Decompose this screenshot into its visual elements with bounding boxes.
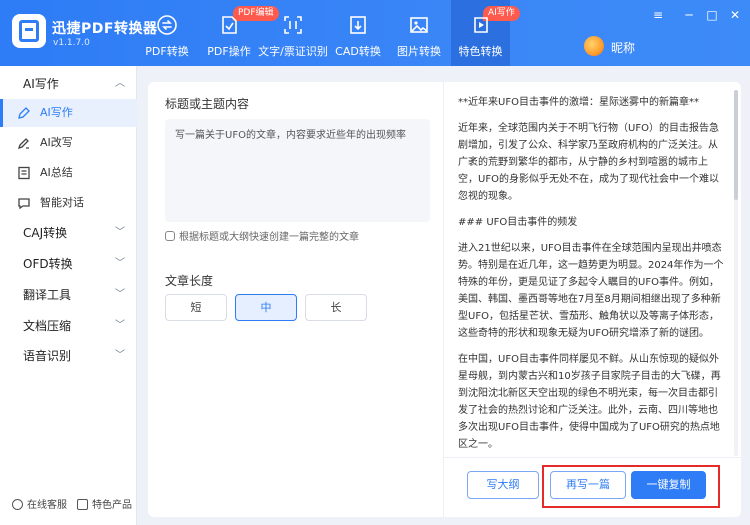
minimize-icon[interactable]: ─ <box>682 8 696 22</box>
pdf-operation-icon <box>222 16 237 34</box>
pdf-convert-icon <box>157 15 177 35</box>
online-service-link[interactable]: 在线客服 <box>12 499 67 513</box>
sidebar-item-ai-summary[interactable]: AI总结 <box>0 159 137 187</box>
nav-label: PDF转换 <box>145 45 189 58</box>
pen-icon <box>18 107 30 119</box>
chat-icon <box>18 198 30 210</box>
chevron-down-icon: ﹀ <box>115 350 125 361</box>
featured-products-label: 特色产品 <box>92 500 132 511</box>
nav-label: 图片转换 <box>397 45 441 58</box>
app-version: v1.1.7.0 <box>53 38 90 48</box>
nav-label: CAD转换 <box>335 45 381 58</box>
sidebar-item-label: AI写作 <box>40 106 73 119</box>
nav-cad[interactable]: CAD转换 <box>330 0 386 66</box>
top-bar: 迅捷PDF转换器 v1.1.7.0 PDF转换 PDF编辑 PDF操作 文字/票… <box>0 0 750 66</box>
headset-icon <box>12 499 23 510</box>
scrollbar-thumb[interactable] <box>734 90 738 200</box>
sidebar-group-ofd[interactable]: OFD转换 ﹀ <box>0 249 137 279</box>
sidebar-group-label: AI写作 <box>23 77 59 91</box>
nav-label: 特色转换 <box>458 45 503 58</box>
sidebar-group-label: CAJ转换 <box>23 226 68 240</box>
sidebar-item-ai-writing[interactable]: AI写作 <box>0 99 137 127</box>
avatar[interactable] <box>584 36 604 56</box>
sidebar-group-label: 翻译工具 <box>23 288 72 302</box>
sidebar-item-ai-rewrite[interactable]: AI改写 <box>0 129 137 157</box>
sidebar-group-compress[interactable]: 文档压缩 ﹀ <box>0 311 137 341</box>
feature-icon <box>473 17 488 33</box>
article-paragraph: 在中国，UFO目击事件同样屡见不鲜。从山东惊现的疑似外星母舰，到内蒙古兴和10岁… <box>458 354 721 450</box>
sidebar-group-caj[interactable]: CAJ转换 ﹀ <box>0 218 137 248</box>
maximize-icon[interactable]: □ <box>705 8 719 22</box>
hint-text: 根据标题或大纲快速创建一篇完整的文章 <box>165 228 359 243</box>
menu-icon[interactable]: ≡ <box>651 8 665 22</box>
sidebar: AI写作 ︿ AI写作 AI改写 AI总结 智能对话 CAJ转换 ﹀ OFD转换… <box>0 66 137 525</box>
sidebar-group-translate[interactable]: 翻译工具 ﹀ <box>0 280 137 310</box>
nav-feature[interactable]: AI写作 特色转换 <box>451 0 520 66</box>
article-paragraph: 进入21世纪以来，UFO目击事件在全球范围内呈现出井喷态势。特别是在近几年，这一… <box>458 243 724 339</box>
article-paragraph: ### UFO目击事件的频发 <box>458 217 578 228</box>
nav-label: PDF操作 <box>207 45 251 58</box>
article-text[interactable]: **近年来UFO目击事件的激增：星际迷雾中的新篇章** 近年来，全球范围内关于不… <box>458 94 726 457</box>
main-card: 标题或主题内容 写一篇关于UFO的文章，内容要求近些年的出现频率 根据标题或大纲… <box>148 82 741 517</box>
length-medium-button[interactable]: 中 <box>235 294 297 321</box>
chevron-up-icon: ︿ <box>115 78 125 89</box>
nav-pdf-convert[interactable]: PDF转换 <box>137 0 197 66</box>
nav-image[interactable]: 图片转换 <box>390 0 448 66</box>
sidebar-item-label: AI总结 <box>40 166 73 179</box>
sidebar-item-smart-chat[interactable]: 智能对话 <box>0 189 137 217</box>
app-logo <box>12 14 46 48</box>
length-long-button[interactable]: 长 <box>305 294 367 321</box>
cad-icon <box>350 16 366 34</box>
sidebar-item-label: AI改写 <box>40 136 73 149</box>
topic-label: 标题或主题内容 <box>165 97 250 111</box>
online-service-label: 在线客服 <box>27 500 67 511</box>
nav-label: 文字/票证识别 <box>258 45 328 58</box>
sidebar-group-label: OFD转换 <box>23 257 73 271</box>
featured-products-link[interactable]: 特色产品 <box>77 499 132 513</box>
product-icon <box>77 499 88 510</box>
info-icon <box>165 231 175 241</box>
ocr-icon <box>284 16 302 34</box>
highlight-box <box>542 465 720 508</box>
outline-button[interactable]: 写大纲 <box>467 471 539 499</box>
nav-pdf-operation[interactable]: PDF编辑 PDF操作 <box>200 0 279 66</box>
image-icon <box>410 17 428 33</box>
user-nickname[interactable]: 昵称 <box>611 39 635 56</box>
close-icon[interactable]: ✕ <box>728 8 742 22</box>
nav-ocr[interactable]: 文字/票证识别 <box>258 0 328 66</box>
article-paragraph: **近年来UFO目击事件的激增：星际迷雾中的新篇章** <box>458 97 699 108</box>
summary-icon <box>18 166 30 180</box>
article-output-panel: **近年来UFO目击事件的激增：星际迷雾中的新篇章** 近年来，全球范围内关于不… <box>443 82 741 457</box>
sidebar-group-speech[interactable]: 语音识别 ﹀ <box>0 341 137 371</box>
chevron-down-icon: ﹀ <box>115 227 125 238</box>
chevron-down-icon: ﹀ <box>115 289 125 300</box>
length-label: 文章长度 <box>165 274 214 288</box>
sidebar-group-label: 语音识别 <box>23 349 72 363</box>
chevron-down-icon: ﹀ <box>115 258 125 269</box>
sidebar-group-ai-writing[interactable]: AI写作 ︿ <box>0 69 137 99</box>
hint-label: 根据标题或大纲快速创建一篇完整的文章 <box>179 232 359 243</box>
sidebar-item-label: 智能对话 <box>40 196 84 209</box>
length-short-button[interactable]: 短 <box>165 294 227 321</box>
input-panel: 标题或主题内容 写一篇关于UFO的文章，内容要求近些年的出现频率 根据标题或大纲… <box>148 82 443 517</box>
topic-input[interactable]: 写一篇关于UFO的文章，内容要求近些年的出现频率 <box>165 119 430 222</box>
rewrite-icon <box>17 138 29 150</box>
article-paragraph: 近年来，全球范围内关于不明飞行物（UFO）的目击报告急剧增加，引发了公众、科学家… <box>458 123 719 202</box>
sidebar-group-label: 文档压缩 <box>23 319 72 333</box>
chevron-down-icon: ﹀ <box>115 320 125 331</box>
